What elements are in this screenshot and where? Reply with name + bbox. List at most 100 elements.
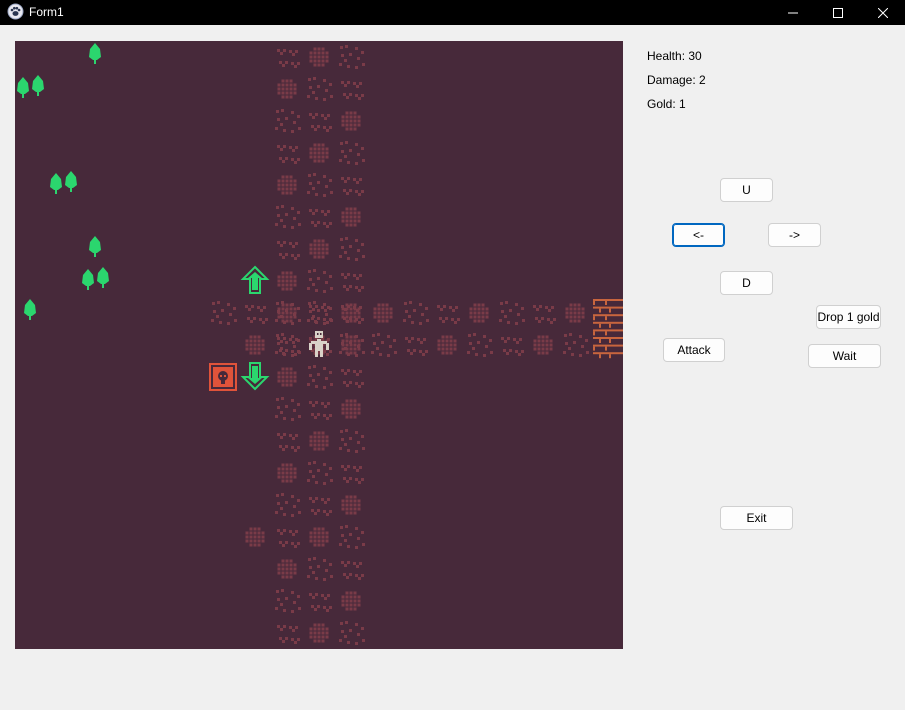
floor-tile <box>275 333 301 357</box>
tree-icon <box>50 173 62 194</box>
floor-tile <box>341 591 361 611</box>
floor-tile <box>307 77 333 101</box>
health-label: Health: 30 <box>647 49 702 63</box>
wait-button[interactable]: Wait <box>808 344 881 368</box>
paw-icon <box>7 3 24 20</box>
maximize-button[interactable] <box>815 0 861 25</box>
floor-tile <box>309 623 329 643</box>
floor-tile <box>307 301 333 325</box>
floor-tile <box>533 305 556 324</box>
floor-tile <box>309 143 329 163</box>
floor-tile <box>371 333 397 357</box>
floor-tile <box>277 175 297 195</box>
floor-tile <box>275 109 301 133</box>
minimize-button[interactable] <box>770 0 816 25</box>
close-icon <box>878 7 888 18</box>
floor-tile <box>469 303 489 323</box>
floor-tile <box>277 367 297 387</box>
tree-icon <box>97 267 109 288</box>
tree-icon <box>82 269 94 290</box>
main-window: Form1 Health: 30 Damage: 2 Gold: 1 U <- … <box>0 0 905 710</box>
floor-tile <box>309 527 329 547</box>
floor-tile <box>339 237 365 261</box>
floor-tile <box>341 335 361 355</box>
move-up-button[interactable]: U <box>720 178 773 202</box>
floor-tile <box>277 303 297 323</box>
floor-tile <box>307 173 333 197</box>
floor-tile <box>275 205 301 229</box>
floor-tile <box>499 301 525 325</box>
floor-tile <box>309 47 329 67</box>
floor-tile <box>309 497 332 516</box>
floor-tile <box>339 45 365 69</box>
floor-tile <box>533 335 553 355</box>
floor-tile <box>277 337 300 356</box>
floor-tile <box>211 301 237 325</box>
up-arrow-tile-icon <box>240 265 270 294</box>
exit-button[interactable]: Exit <box>720 506 793 530</box>
floor-tile <box>341 207 361 227</box>
floor-tile <box>309 431 329 451</box>
floor-tile <box>341 111 361 131</box>
damage-label: Damage: 2 <box>647 73 706 87</box>
floor-tile <box>275 493 301 517</box>
down-arrow-tile-icon <box>240 362 270 391</box>
floor-tile <box>403 301 429 325</box>
enemy-tile-icon <box>209 363 237 391</box>
floor-tile <box>277 433 300 452</box>
floor-tile <box>341 561 364 580</box>
floor-tile <box>307 557 333 581</box>
floor-tile <box>563 333 589 357</box>
floor-tile <box>277 559 297 579</box>
floor-tile <box>245 527 265 547</box>
floor-tile <box>277 625 300 644</box>
floor-tile <box>277 529 300 548</box>
tree-icon <box>24 299 36 320</box>
floor-tile <box>307 365 333 389</box>
floor-tile <box>437 335 457 355</box>
floor-tile <box>309 239 329 259</box>
close-button[interactable] <box>860 0 905 25</box>
floor-tile <box>341 273 364 292</box>
tree-icon <box>89 236 101 257</box>
attack-button[interactable]: Attack <box>663 338 725 362</box>
floor-tile <box>373 303 393 323</box>
floor-tile <box>339 525 365 549</box>
move-down-button[interactable]: D <box>720 271 773 295</box>
maximize-icon <box>833 7 843 18</box>
floor-tile <box>277 79 297 99</box>
map-canvas <box>17 43 623 645</box>
minimize-icon <box>788 12 798 13</box>
floor-tile <box>339 621 365 645</box>
floor-tile <box>341 81 364 100</box>
floor-tile <box>277 145 300 164</box>
floor-tile <box>437 305 460 324</box>
floor-tile <box>307 461 333 485</box>
floor-tile <box>275 397 301 421</box>
floor-tile <box>309 209 332 228</box>
move-right-button[interactable]: -> <box>768 223 821 247</box>
tree-icon <box>89 43 101 64</box>
floor-tile <box>245 335 265 355</box>
floor-tile <box>277 271 297 291</box>
floor-tile <box>341 495 361 515</box>
floor-tile <box>501 337 524 356</box>
floor-tile <box>341 465 364 484</box>
floor-tile <box>275 589 301 613</box>
floor-tile <box>467 333 493 357</box>
floor-tile <box>245 305 268 324</box>
stairs-icon <box>593 299 623 359</box>
floor-tile <box>339 141 365 165</box>
floor-tile <box>341 399 361 419</box>
floor-tile <box>341 369 364 388</box>
floor-tile <box>309 401 332 420</box>
floor-tile <box>307 269 333 293</box>
game-map[interactable] <box>15 41 623 649</box>
floor-tile <box>309 113 332 132</box>
floor-tile <box>339 429 365 453</box>
gold-label: Gold: 1 <box>647 97 686 111</box>
drop-gold-button[interactable]: Drop 1 gold <box>816 305 881 329</box>
move-left-button[interactable]: <- <box>672 223 725 247</box>
title-bar[interactable]: Form1 <box>0 0 905 25</box>
floor-tile <box>277 49 300 68</box>
